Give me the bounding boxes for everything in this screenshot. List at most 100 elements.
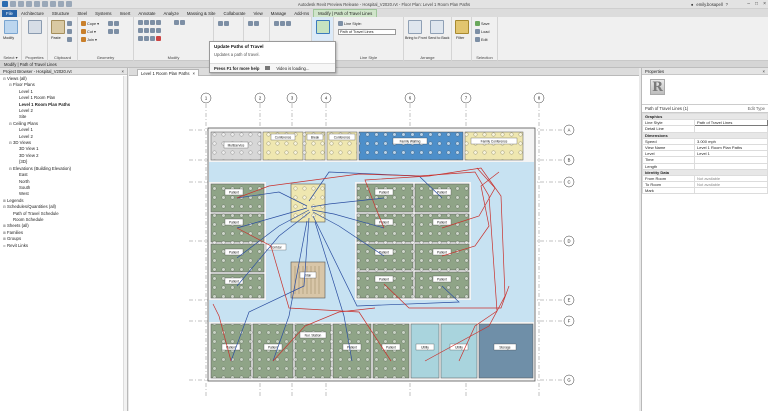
tree-item-label: Floor Plans (13, 82, 35, 88)
pin-icon[interactable] (174, 20, 179, 25)
send-to-back-icon[interactable] (430, 20, 444, 34)
paint-icon[interactable] (114, 21, 119, 26)
room-utility-1[interactable] (410, 323, 440, 379)
contextual-modify-bar: Modify | Path of Travel Lines (0, 61, 768, 68)
tree-item-label: Revit Links (7, 242, 29, 248)
tab-manage[interactable]: Manage (267, 10, 291, 17)
scale-icon[interactable] (150, 36, 155, 41)
tag-conference-2: Conference (334, 135, 351, 139)
drawing-canvas[interactable]: Multiservice Conference Break Conference… (129, 76, 639, 411)
tab-analyze[interactable]: Analyze (160, 10, 183, 17)
tag-patient-m7: Patient (379, 277, 389, 281)
unpin-icon[interactable] (180, 20, 185, 25)
create-assembly-icon[interactable] (274, 21, 279, 26)
filter-icon[interactable] (455, 20, 469, 34)
panel-modify-label: Modify (167, 55, 180, 60)
properties-icon[interactable] (28, 20, 42, 34)
tag-patient-m1: Patient (379, 190, 389, 194)
tab-steel[interactable]: Steel (73, 10, 91, 17)
tab-file[interactable]: File (2, 10, 17, 17)
join-button[interactable]: Join ▾ (87, 37, 97, 42)
modify-button-label[interactable]: Modify (3, 36, 14, 40)
panel-filter: Filter (452, 17, 472, 61)
line-style-dropdown[interactable]: Path of Travel Lines (338, 29, 396, 35)
align-icon[interactable] (138, 20, 143, 25)
panel-line-style: Line Style: Path of Travel Lines Line St… (334, 17, 404, 61)
array-icon[interactable] (144, 36, 149, 41)
save-selection-button[interactable]: Save (481, 22, 490, 26)
tree-item-label: Path of Travel Schedule (13, 210, 59, 216)
tab-add-ins[interactable]: Add-Ins (290, 10, 313, 17)
tab-view[interactable]: View (250, 10, 267, 17)
window-controls: – □ × (747, 1, 766, 7)
bring-to-front-button[interactable]: Bring to Front (405, 36, 427, 40)
hide-icon[interactable] (218, 21, 223, 26)
modify-tool-icon[interactable] (4, 20, 18, 34)
tab-annotate[interactable]: Annotate (134, 10, 159, 17)
cut-clip-icon[interactable] (67, 21, 72, 26)
tab-architecture[interactable]: Architecture (17, 10, 48, 17)
close-button[interactable]: × (763, 1, 766, 7)
offset-icon[interactable] (144, 20, 149, 25)
tooltip-footer: Press F1 for more help Video is loading.… (210, 63, 335, 72)
properties-filter[interactable]: Path of Travel Lines (1) Edit Type (642, 105, 768, 113)
wall-joins-icon[interactable] (108, 29, 113, 34)
move-icon[interactable] (138, 28, 143, 33)
update-paths-of-travel-icon[interactable] (316, 20, 330, 34)
override-icon[interactable] (224, 21, 229, 26)
user-area[interactable]: ● emily.bosapell ? (691, 2, 728, 7)
tab-modify-path-of-travel[interactable]: Modify | Path of Travel Lines (313, 9, 378, 17)
room-storage[interactable] (478, 323, 534, 379)
tree-item-label: 3D View 2 (19, 152, 39, 158)
create-group-icon[interactable] (286, 21, 291, 26)
tab-collaborate[interactable]: Collaborate (220, 10, 250, 17)
panel-select: Modify Select ▾ (0, 17, 22, 61)
type-selector[interactable]: R (642, 75, 768, 105)
floor-plan[interactable]: Multiservice Conference Break Conference… (129, 76, 639, 411)
tab-systems[interactable]: Systems (91, 10, 115, 17)
match-type-icon[interactable] (67, 37, 72, 42)
paste-icon[interactable] (51, 20, 65, 34)
cope-button[interactable]: Cope ▾ (87, 21, 99, 26)
copy-clip-icon[interactable] (67, 29, 72, 34)
room-utility-2[interactable] (440, 323, 478, 379)
mirror-draw-icon[interactable] (156, 20, 161, 25)
tooltip-help-text[interactable]: Press F1 for more help (214, 66, 259, 71)
paste-button-label[interactable]: Paste (51, 36, 61, 40)
rotate-icon[interactable] (150, 28, 155, 33)
help-icon[interactable]: ? (726, 2, 728, 7)
create-parts-icon[interactable] (280, 21, 285, 26)
cut-button[interactable]: Cut ▾ (87, 29, 96, 34)
measure-tool-icon[interactable] (248, 21, 253, 26)
load-selection-button[interactable]: Load (481, 30, 489, 34)
properties-close-icon[interactable]: × (763, 69, 765, 74)
bring-to-front-icon[interactable] (408, 20, 422, 34)
mirror-axis-icon[interactable] (150, 20, 155, 25)
project-browser-scrollbar[interactable] (123, 76, 127, 411)
view-tab-level-1-room-plan-paths[interactable]: Level 1 Room Plan Paths × (137, 69, 200, 76)
delete-icon[interactable] (156, 36, 161, 41)
edit-type-button[interactable]: Edit Type (748, 106, 765, 111)
line-style-icon (338, 21, 343, 26)
corridor-north[interactable] (209, 162, 534, 182)
panel-select-label[interactable]: Select ▾ (0, 55, 21, 60)
view-tab-close-icon[interactable]: × (193, 71, 196, 76)
maximize-button[interactable]: □ (755, 1, 758, 7)
minimize-button[interactable]: – (747, 1, 750, 7)
tab-massing-site[interactable]: Massing & Site (183, 10, 220, 17)
tree-item-label: Site (19, 114, 27, 120)
edit-selection-button[interactable]: Edit (481, 38, 488, 42)
dimension-icon[interactable] (254, 21, 259, 26)
send-to-back-button[interactable]: Send to Back (428, 36, 450, 40)
split-face-icon[interactable] (108, 21, 113, 26)
trim-icon[interactable] (156, 28, 161, 33)
copy-icon[interactable] (144, 28, 149, 33)
project-browser-close-icon[interactable]: × (122, 69, 124, 74)
tag-patient-b2: Patient (268, 345, 278, 349)
filter-button-label[interactable]: Filter (456, 36, 464, 40)
tree-item[interactable]: ∞Revit Links (0, 243, 127, 249)
split-icon[interactable] (138, 36, 143, 41)
demolish-icon[interactable] (114, 29, 119, 34)
tab-structure[interactable]: Structure (48, 10, 73, 17)
tab-insert[interactable]: Insert (116, 10, 135, 17)
